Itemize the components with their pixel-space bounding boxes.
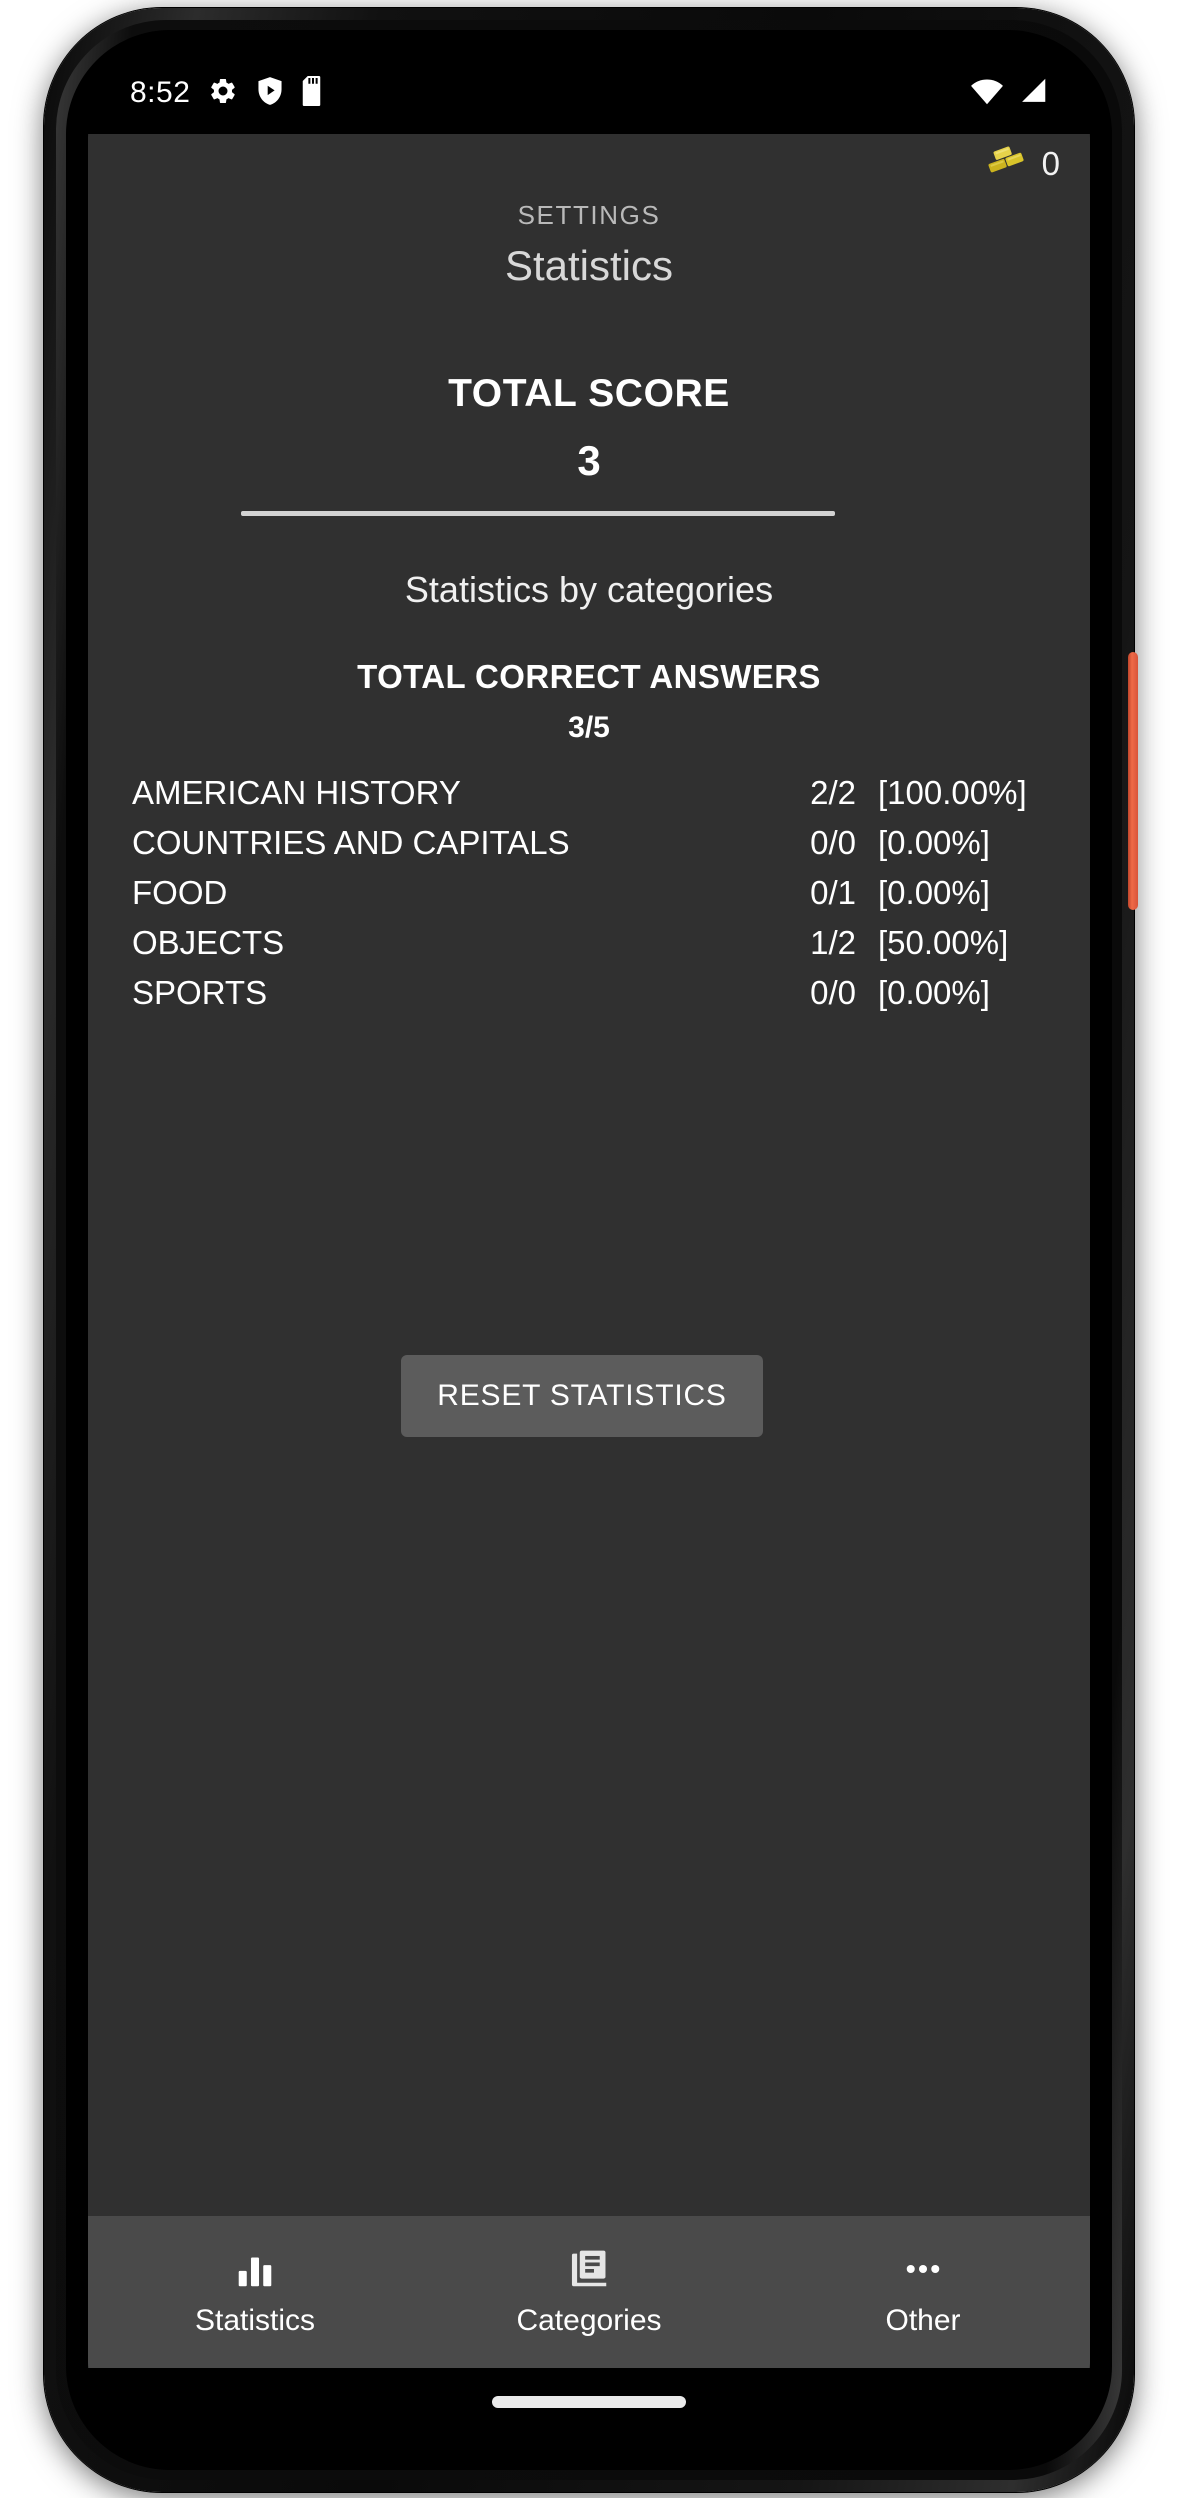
page-title: Statistics [504, 242, 674, 289]
cellular-signal-icon [1018, 77, 1048, 110]
reset-statistics-button[interactable]: RESET STATISTICS [401, 1355, 763, 1437]
sd-card-icon [302, 75, 326, 111]
bar-chart-icon [232, 2246, 278, 2292]
category-percent: [50.00%] [878, 924, 1009, 961]
category-percent: [100.00%] [878, 774, 1027, 811]
settings-eyebrow: SETTINGS [517, 200, 661, 230]
category-score: 0/1 [810, 874, 856, 911]
category-percent: [0.00%] [878, 974, 990, 1011]
category-percent: [0.00%] [878, 824, 990, 861]
total-score-value: 3 [577, 437, 601, 484]
nav-item-categories[interactable]: Categories [422, 2216, 756, 2368]
more-horizontal-icon [900, 2246, 946, 2292]
library-books-icon [566, 2246, 612, 2292]
gear-icon [208, 76, 238, 111]
status-bar-right [970, 77, 1048, 110]
status-bar-left: 8:52 [130, 75, 326, 111]
table-row: FOOD 0/1 [0.00%] [88, 874, 1090, 924]
currency-count: 0 [1041, 144, 1060, 182]
nav-label-other: Other [885, 2304, 961, 2337]
phone-screen: 8:52 0 SETTINGS Statistics TOTAL SCORE 3… [88, 52, 1090, 2448]
table-row: AMERICAN HISTORY 2/2 [100.00%] [88, 774, 1090, 824]
table-row: COUNTRIES AND CAPITALS 0/0 [0.00%] [88, 824, 1090, 874]
category-score: 0/0 [810, 974, 856, 1011]
total-correct-answers-value: 3/5 [568, 711, 610, 744]
home-gesture-bar[interactable] [492, 2396, 686, 2408]
total-score-label: TOTAL SCORE [448, 372, 730, 415]
category-name: OBJECTS [132, 924, 285, 961]
currency-indicator[interactable]: 0 [984, 144, 1060, 183]
category-name: COUNTRIES AND CAPITALS [132, 824, 570, 861]
table-row: SPORTS 0/0 [0.00%] [88, 974, 1090, 1024]
category-percent: [0.00%] [878, 874, 990, 911]
category-score: 1/2 [810, 924, 856, 961]
bottom-navigation-bar: Statistics Categories Other [88, 2216, 1090, 2368]
android-status-bar: 8:52 [88, 52, 1090, 134]
shield-play-icon [256, 76, 284, 111]
category-name: SPORTS [132, 974, 268, 1011]
total-correct-answers-label: TOTAL CORRECT ANSWERS [357, 658, 821, 695]
category-score: 2/2 [810, 774, 856, 811]
screenshot-root: 8:52 0 SETTINGS Statistics TOTAL SCORE 3… [0, 0, 1178, 2498]
status-bar-clock: 8:52 [130, 76, 191, 109]
category-name: FOOD [132, 874, 228, 911]
nav-item-other[interactable]: Other [756, 2216, 1090, 2368]
app-content: 0 SETTINGS Statistics TOTAL SCORE 3 Stat… [88, 134, 1090, 2368]
category-name: AMERICAN HISTORY [132, 774, 461, 811]
category-score: 0/0 [810, 824, 856, 861]
nav-label-statistics: Statistics [194, 2304, 316, 2337]
gold-bars-icon [984, 144, 1028, 183]
power-button[interactable] [1128, 652, 1138, 910]
section-divider [241, 511, 835, 516]
table-row: OBJECTS 1/2 [50.00%] [88, 924, 1090, 974]
statistics-by-categories-subtitle: Statistics by categories [404, 569, 774, 610]
wifi-icon [970, 77, 1004, 110]
nav-item-statistics[interactable]: Statistics [88, 2216, 422, 2368]
system-gesture-area [88, 2368, 1090, 2448]
nav-label-categories: Categories [516, 2304, 662, 2337]
category-statistics-table: AMERICAN HISTORY 2/2 [100.00%] COUNTRIES… [88, 774, 1090, 1024]
